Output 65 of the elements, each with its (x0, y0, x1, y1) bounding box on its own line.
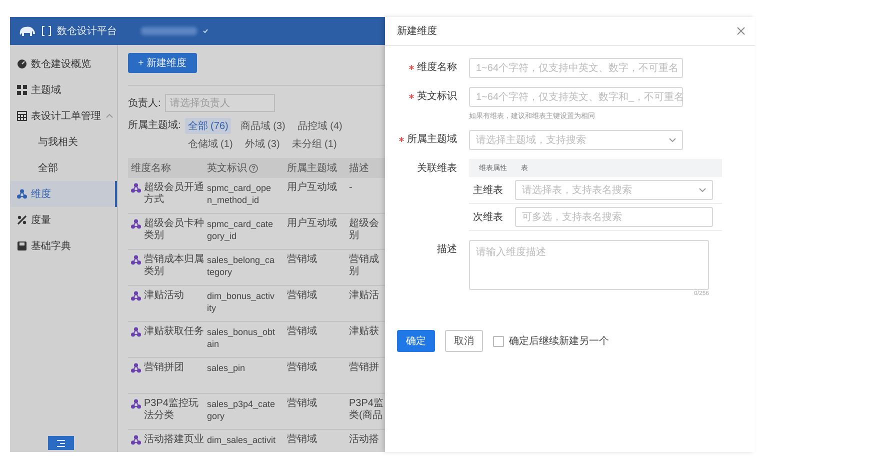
table-cell: 营销域 (287, 362, 317, 374)
domain-filter-tag[interactable]: 仓储域 (1) (184, 136, 236, 152)
sidebar-item[interactable]: 表设计工单管理 (10, 103, 117, 129)
table-cell: sales_bonus_obt ain (207, 326, 276, 350)
sidebar-item[interactable]: 主题域 (10, 77, 117, 103)
owner-label: 负责人: (128, 96, 161, 110)
checkbox-label: 确定后继续新建另一个 (509, 334, 609, 348)
table-cell: 活动搭 (349, 434, 379, 446)
column-header: 所属主题域 (287, 162, 337, 175)
row-label: 主维表 (472, 184, 504, 197)
table-cell: 营销成 别 (349, 254, 379, 278)
new-dimension-button[interactable]: + 新建维度 (128, 53, 197, 73)
field-label: 描述 (436, 242, 458, 257)
table-cell: 营销域 (287, 434, 317, 446)
table-cell: spmc_card_cate gory_id (207, 218, 274, 242)
table-cell: 营销拼团 (144, 362, 184, 374)
table-cell: 超级会 别 (349, 218, 379, 242)
table-cell: P3P4监 类(商品 (349, 398, 384, 422)
field-label: 英文标识 (417, 90, 457, 103)
table-cell: sales_pin (207, 362, 246, 374)
table-cell: - (349, 182, 352, 194)
table-cell: dim_sales_activit (207, 434, 276, 446)
table-cell: 超级会员开通 方式 (144, 182, 204, 206)
table-cell: 营销域 (287, 290, 317, 302)
table-cell: 津贴活 (349, 290, 379, 302)
domain-filter-tag[interactable]: 外域 (3) (242, 136, 283, 152)
app-title: 数仓设计平台 (57, 24, 117, 38)
domain-filter-tag[interactable]: 未分组 (1) (288, 136, 340, 152)
confirm-button[interactable]: 确定 (397, 330, 435, 352)
table-cell: 营销成本归属 类别 (144, 254, 204, 278)
sidebar-item[interactable]: 基础字典 (10, 233, 117, 259)
domain-filter-tag[interactable]: 商品域 (3) (237, 118, 288, 134)
table-cell: 超级会员卡种 类别 (144, 218, 204, 242)
sidebar-item[interactable]: 维度 (10, 181, 117, 207)
table-cell: sales_p3p4_cate gory (207, 398, 276, 422)
cancel-button[interactable]: 取消 (445, 330, 483, 352)
table-cell: 营销域 (287, 326, 317, 338)
table-cell: 营销域 (287, 254, 317, 266)
column-header: 维度名称 (131, 162, 171, 175)
domain-filter-tag[interactable]: 品控域 (4) (294, 118, 346, 134)
table-cell: sales_belong_ca tegory (207, 254, 275, 278)
table-cell: 营销拼 (349, 362, 379, 374)
table-cell: spmc_card_ope n_method_id (207, 182, 272, 206)
table-cell: 用户互动域 (287, 218, 337, 230)
table-cell: 津贴获 (349, 326, 379, 338)
column-header: 英文标识 (207, 162, 247, 175)
sidebar-subitem[interactable]: 全部 (10, 155, 117, 181)
table-cell: 津贴获取任务 (144, 326, 204, 338)
field-label: 关联维表 (416, 162, 458, 176)
domain-filter-tag[interactable]: 全部 (76) (184, 118, 232, 134)
column-header: 描述 (349, 162, 369, 175)
field-label: 维度名称 (417, 60, 457, 74)
domain-label: 所属主题域: (128, 118, 181, 133)
sidebar-item[interactable]: 度量 (10, 207, 117, 233)
field-label: 所属主题域 (407, 132, 457, 146)
table-cell: 营销域 (287, 398, 317, 410)
sidebar-item[interactable]: 数仓建设概览 (10, 51, 117, 77)
sidebar-subitem[interactable]: 与我相关 (10, 129, 117, 155)
table-cell: 用户互动域 (287, 182, 337, 194)
drawer-title: 新建维度 (397, 24, 437, 38)
table-cell: 津贴活动 (144, 290, 184, 302)
row-label: 次维表 (472, 210, 504, 224)
table-cell: 活动搭建页业 (144, 434, 204, 446)
table-cell: P3P4监控玩 法分类 (144, 398, 198, 422)
table-cell: dim_bonus_activ ity (207, 290, 275, 314)
